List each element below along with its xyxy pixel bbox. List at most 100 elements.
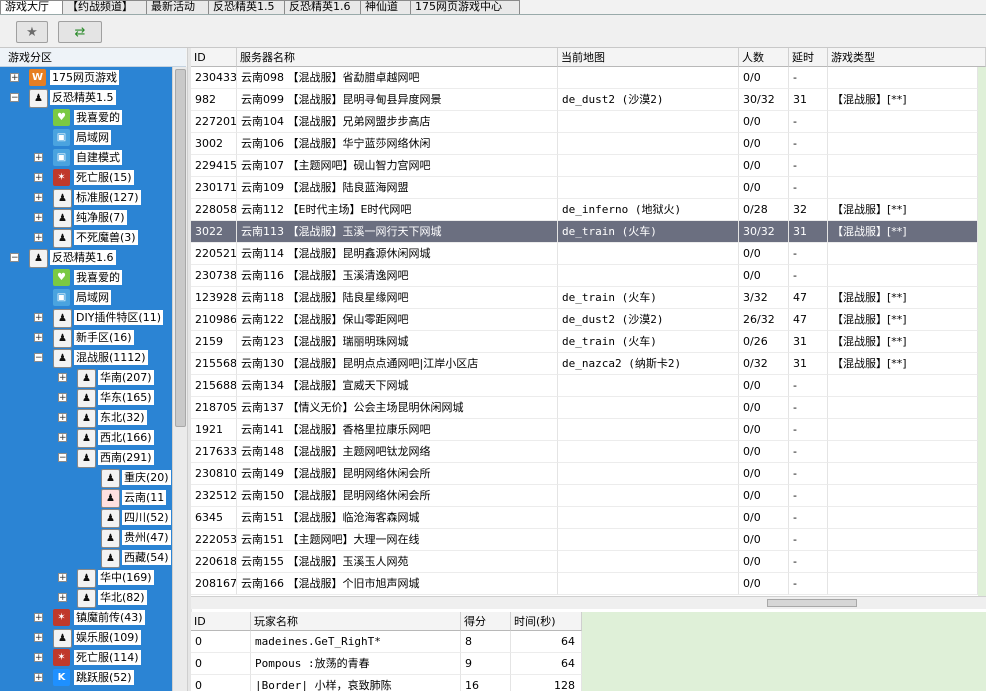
collapse-icon[interactable]: − — [10, 253, 19, 263]
tree-node[interactable]: + ♟ DIY插件特区(11) — [0, 308, 172, 328]
tab-shenxiandao[interactable]: 神仙道 — [360, 0, 416, 14]
server-row[interactable]: 123928 云南118 【混战服】陆良星缘网吧 de_train (火车) 3/32… — [191, 287, 986, 309]
tab-latest-events[interactable]: 最新活动 — [146, 0, 214, 14]
tree-node[interactable]: ♟ 云南(11 — [0, 488, 172, 508]
server-row[interactable]: 220521 云南114 【混战服】昆明鑫源休闲网城 0/0- — [191, 243, 986, 265]
expand-icon[interactable]: + — [34, 193, 43, 203]
expand-icon[interactable]: + — [34, 653, 43, 663]
tree-node[interactable]: + ♟ 华东(165) — [0, 388, 172, 408]
collapse-icon[interactable]: − — [34, 353, 43, 363]
expand-icon[interactable]: + — [34, 173, 43, 183]
tab-game-hall[interactable]: 游戏大厅 — [0, 0, 68, 14]
server-row[interactable]: 218705 云南137 【情义无价】公会主场昆明休闲网城 0/0- — [191, 397, 986, 419]
server-row[interactable]: 230433 云南098 【混战服】省勐腊卓越网吧 0/0- — [191, 67, 986, 89]
server-row[interactable]: 220618 云南155 【混战服】玉溪玉人网苑 0/0- — [191, 551, 986, 573]
expand-icon[interactable]: + — [34, 633, 43, 643]
server-row[interactable]: 227201 云南104 【混战服】兄弟网盟步步高店 0/0- — [191, 111, 986, 133]
tree-node[interactable]: + K 跳跃服(52) — [0, 668, 172, 687]
server-row[interactable]: 2159 云南123 【混战服】瑞丽明珠网城 de_train (火车) 0/26 31… — [191, 331, 986, 353]
tree-node[interactable]: + ✶ 镇魔前传(43) — [0, 608, 172, 627]
server-row[interactable]: 208167 云南166 【混战服】个旧市旭声网城 0/0- — [191, 573, 986, 595]
expand-icon[interactable]: + — [34, 213, 43, 223]
tab-cs15[interactable]: 反恐精英1.5 — [208, 0, 290, 14]
server-list-scrollbar[interactable] — [191, 596, 986, 609]
player-column-header-time[interactable]: 时间(秒) — [511, 612, 582, 631]
tree-node[interactable]: ♟ 贵州(47) — [0, 528, 172, 548]
expand-icon[interactable]: + — [58, 573, 67, 583]
expand-icon[interactable]: + — [58, 593, 67, 603]
server-row[interactable]: 3002 云南106 【混战服】华宁蓝莎网络休闲 0/0- — [191, 133, 986, 155]
tree-node[interactable]: + ♟ 华北(82) — [0, 588, 172, 608]
refresh-button[interactable]: ⇄ — [58, 21, 102, 43]
server-list-scroll-thumb[interactable] — [767, 599, 857, 607]
player-row[interactable]: 0 |Border| 小样，哀致肺陈 16 128 — [191, 675, 582, 691]
tree-node[interactable]: + ♟ 华南(207) — [0, 368, 172, 388]
tree-node[interactable]: − ♟ 反恐精英1.6 — [0, 248, 172, 268]
player-column-header-score[interactable]: 得分 — [461, 612, 511, 631]
sidebar-scroll-thumb[interactable] — [175, 69, 186, 427]
server-row[interactable]: 230171 云南109 【混战服】陆良蓝海网盟 0/0- — [191, 177, 986, 199]
server-row[interactable]: 215688 云南134 【混战服】宣威天下网城 0/0- — [191, 375, 986, 397]
tree-node[interactable]: + ♟ 不死魔兽(3) — [0, 228, 172, 248]
server-row[interactable]: 3022 云南113 【混战服】玉溪一网行天下网城 de_train (火车) 30/… — [191, 221, 986, 243]
tree-node[interactable]: + ♟ 纯净服(7) — [0, 208, 172, 228]
tree-node[interactable]: ♟ 四川(52) — [0, 508, 172, 528]
tree-node[interactable]: + ♟ 娱乐服(109) — [0, 628, 172, 648]
expand-icon[interactable]: + — [58, 413, 67, 423]
column-header-ping[interactable]: 延时 — [789, 48, 828, 67]
tree-node[interactable]: ▣ 局域网 — [0, 128, 172, 147]
server-row[interactable]: 228058 云南112 【E时代主场】E时代网吧 de_inferno (地狱火)… — [191, 199, 986, 221]
tree-node[interactable]: ♥ 我喜爱的 — [0, 108, 172, 127]
expand-icon[interactable]: + — [34, 153, 43, 163]
column-header-players[interactable]: 人数 — [739, 48, 789, 67]
expand-icon[interactable]: + — [58, 373, 67, 383]
column-header-id[interactable]: ID — [191, 48, 237, 67]
favorite-button[interactable]: ★ — [16, 21, 48, 43]
tree-node[interactable]: + W 175网页游戏 — [0, 68, 172, 87]
player-column-header-id[interactable]: ID — [191, 612, 251, 631]
player-row[interactable]: 0 Pompous :放荡的青春 9 64 — [191, 653, 582, 675]
tree-node[interactable]: + ♟ 标准服(127) — [0, 188, 172, 208]
tab-web-game-center[interactable]: 175网页游戏中心 — [410, 0, 520, 14]
tree-node[interactable]: + ♟ 新手区(16) — [0, 328, 172, 348]
tree-node[interactable]: + ♟ 东北(32) — [0, 408, 172, 428]
collapse-icon[interactable]: − — [58, 453, 67, 463]
tree-node[interactable]: ♟ 重庆(20) — [0, 468, 172, 488]
tree-node[interactable]: − ♟ 反恐精英1.5 — [0, 88, 172, 108]
sidebar-scrollbar[interactable] — [172, 67, 187, 691]
server-row[interactable]: 6345 云南151 【混战服】临沧海客森网城 0/0- — [191, 507, 986, 529]
player-column-header-name[interactable]: 玩家名称 — [251, 612, 461, 631]
tree-node[interactable]: + ✶ 死亡服(15) — [0, 168, 172, 187]
tab-battle-channel[interactable]: 【约战频道】 — [62, 0, 152, 14]
expand-icon[interactable]: + — [34, 333, 43, 343]
column-header-game-type[interactable]: 游戏类型 — [828, 48, 986, 67]
server-row[interactable]: 217633 云南148 【混战服】主题网吧钛龙网络 0/0- — [191, 441, 986, 463]
server-row[interactable]: 229415 云南107 【主题网吧】砚山智力宫网吧 0/0- — [191, 155, 986, 177]
server-row[interactable]: 982 云南099 【混战服】昆明寻甸县异度网景 de_dust2 (沙漠2) 30/… — [191, 89, 986, 111]
server-row[interactable]: 230810 云南149 【混战服】昆明网络休闲会所 0/0- — [191, 463, 986, 485]
tree-node[interactable]: − ♟ 西南(291) — [0, 448, 172, 468]
tree-node[interactable]: + ♟ 西北(166) — [0, 428, 172, 448]
tab-cs16[interactable]: 反恐精英1.6 — [284, 0, 366, 14]
server-row[interactable]: 210986 云南122 【混战服】保山零距网吧 de_dust2 (沙漠2) 26/… — [191, 309, 986, 331]
server-row[interactable]: 222053 云南151 【主题网吧】大理一网在线 0/0- — [191, 529, 986, 551]
tree-node[interactable]: ♥ 我喜爱的 — [0, 268, 172, 287]
tree-node[interactable]: ▣ 局域网 — [0, 288, 172, 307]
server-row[interactable]: 230738 云南116 【混战服】玉溪清逸网吧 0/0- — [191, 265, 986, 287]
server-row[interactable]: 1921 云南141 【混战服】香格里拉康乐网吧 0/0- — [191, 419, 986, 441]
column-header-current-map[interactable]: 当前地图 — [558, 48, 739, 67]
expand-icon[interactable]: + — [10, 73, 19, 83]
server-row[interactable]: 215568 云南130 【混战服】昆明点点通网吧|江岸小区店 de_nazca2 … — [191, 353, 986, 375]
player-row[interactable]: 0 madeines.GeT_RighT* 8 64 — [191, 631, 582, 653]
expand-icon[interactable]: + — [34, 313, 43, 323]
tree-node[interactable]: − ♟ 混战服(1112) — [0, 348, 172, 368]
collapse-icon[interactable]: − — [10, 93, 19, 103]
tree-node[interactable]: + ▣ 自建模式 — [0, 148, 172, 167]
expand-icon[interactable]: + — [34, 673, 43, 683]
expand-icon[interactable]: + — [58, 433, 67, 443]
tree-node[interactable]: ♟ 西藏(54) — [0, 548, 172, 568]
expand-icon[interactable]: + — [34, 233, 43, 243]
column-header-server-name[interactable]: 服务器名称 — [237, 48, 558, 67]
server-row[interactable]: 232512 云南150 【混战服】昆明网络休闲会所 0/0- — [191, 485, 986, 507]
expand-icon[interactable]: + — [34, 613, 43, 623]
